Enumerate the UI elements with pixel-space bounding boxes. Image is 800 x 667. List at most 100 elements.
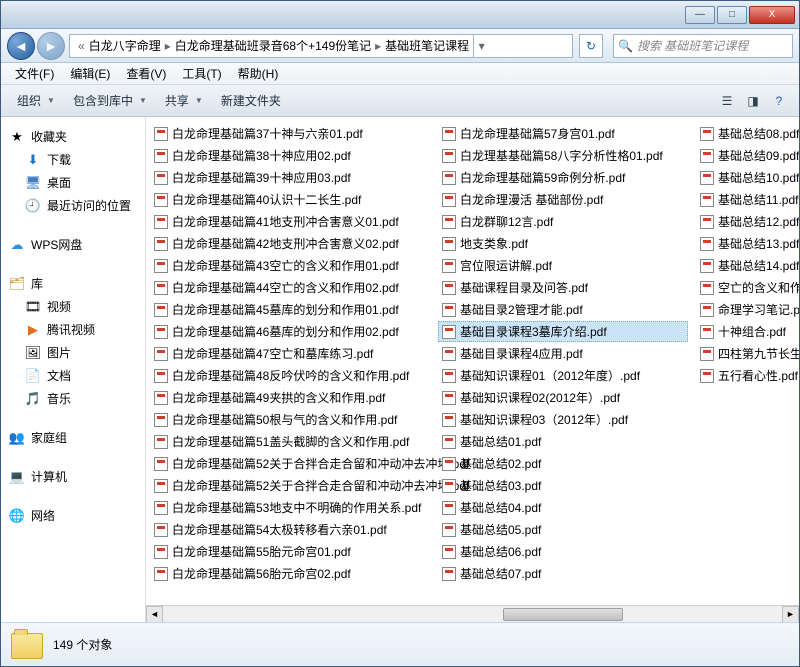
sidebar-computer[interactable]: 💻计算机 — [5, 465, 141, 488]
refresh-button[interactable]: ↻ — [579, 34, 603, 58]
file-item[interactable]: 白龙命理基础篇42地支刑冲合害意义02.pdf — [150, 233, 430, 254]
file-item[interactable]: 十神组合.pdf — [696, 321, 799, 342]
file-item[interactable]: 基础总结07.pdf — [438, 563, 588, 584]
file-item[interactable]: 基础总结02.pdf — [438, 453, 688, 474]
sidebar-downloads[interactable]: ⬇下载 — [5, 148, 141, 171]
file-item[interactable]: 基础总结04.pdf — [438, 497, 588, 518]
file-item[interactable]: 基础总结06.pdf — [438, 541, 588, 562]
sidebar-documents[interactable]: 📄文档 — [5, 364, 141, 387]
file-item[interactable]: 基础知识课程02(2012年）.pdf — [438, 387, 688, 408]
file-item[interactable]: 白龙命理基础篇40认识十二长生.pdf — [150, 189, 430, 210]
file-item[interactable]: 空亡的含义和作用.pdf — [696, 277, 799, 298]
file-item[interactable]: 白龙命理基础篇52关于合拌合走合留和冲动冲去冲坏.pdf — [150, 453, 430, 474]
sidebar-pictures[interactable]: 🖼图片 — [5, 341, 141, 364]
file-item[interactable]: 白龙命理基础篇59命例分析.pdf — [438, 167, 688, 188]
file-item[interactable]: 白龙命理基础篇47空亡和墓库练习.pdf — [150, 343, 430, 364]
breadcrumb-part-3[interactable]: 基础班笔记课程 — [385, 37, 469, 54]
file-item[interactable]: 宫位限运讲解.pdf — [438, 255, 688, 276]
file-item[interactable]: 白龙命理基础篇38十神应用02.pdf — [150, 145, 430, 166]
file-item[interactable]: 五行看心性.pdf — [696, 365, 799, 386]
file-item[interactable]: 基础总结14.pdf — [696, 255, 799, 276]
sidebar-txvideo[interactable]: ▶腾讯视频 — [5, 318, 141, 341]
sidebar-wps[interactable]: ☁WPS网盘 — [5, 233, 141, 256]
scroll-left-button[interactable]: ◄ — [146, 606, 163, 623]
scroll-right-button[interactable]: ► — [782, 606, 799, 623]
sidebar-homegroup[interactable]: 👥家庭组 — [5, 426, 141, 449]
scroll-thumb[interactable] — [503, 608, 623, 621]
file-item[interactable]: 白龙群聊12言.pdf — [438, 211, 688, 232]
forward-button[interactable]: ► — [37, 32, 65, 60]
share-button[interactable]: 共享▼ — [157, 88, 211, 113]
file-item[interactable]: 白龙命理基础篇45墓库的划分和作用01.pdf — [150, 299, 430, 320]
sidebar-videos[interactable]: 🎞视频 — [5, 295, 141, 318]
file-item[interactable]: 四柱第九节长生应用.pdf — [696, 343, 799, 364]
breadcrumb[interactable]: « 白龙八字命理 ▸ 白龙命理基础班录音68个+149份笔记 ▸ 基础班笔记课程… — [69, 34, 573, 58]
file-item[interactable]: 白龙理基基础篇58八字分析性格01.pdf — [438, 145, 688, 166]
file-item[interactable]: 基础目录2管理才能.pdf — [438, 299, 688, 320]
file-item[interactable]: 白龙命理基础篇54太极转移看六亲01.pdf — [150, 519, 430, 540]
menu-help[interactable]: 帮助(H) — [230, 63, 287, 84]
pdf-icon — [154, 391, 168, 405]
file-item[interactable]: 白龙命理基础篇53地支中不明确的作用关系.pdf — [150, 497, 430, 518]
file-item[interactable]: 白龙命理基础篇51盖头截脚的含义和作用.pdf — [150, 431, 430, 452]
maximize-button[interactable]: □ — [717, 6, 747, 24]
file-item[interactable]: 基础总结10.pdf — [696, 167, 799, 188]
new-folder-button[interactable]: 新建文件夹 — [213, 88, 289, 113]
file-item[interactable]: 基础课程目录及问答.pdf — [438, 277, 688, 298]
help-button[interactable]: ? — [767, 89, 791, 113]
file-item[interactable]: 白龙命理基础篇43空亡的含义和作用01.pdf — [150, 255, 430, 276]
file-item[interactable]: 基础总结11.pdf — [696, 189, 799, 210]
file-item[interactable]: 命理学习笔记.pdf — [696, 299, 799, 320]
breadcrumb-dropdown[interactable]: ▾ — [473, 35, 489, 57]
file-item[interactable]: 白龙命理基础篇49夹拱的含义和作用.pdf — [150, 387, 430, 408]
preview-pane-button[interactable]: ◨ — [741, 89, 765, 113]
scroll-track[interactable] — [163, 606, 782, 623]
close-button[interactable]: X — [749, 6, 795, 24]
file-item[interactable]: 白龙命理基础篇41地支刑冲合害意义01.pdf — [150, 211, 430, 232]
menu-file[interactable]: 文件(F) — [7, 63, 62, 84]
organize-button[interactable]: 组织▼ — [9, 88, 63, 113]
file-item[interactable]: 基础总结09.pdf — [696, 145, 799, 166]
file-item[interactable]: 基础目录课程4应用.pdf — [438, 343, 688, 364]
menu-edit[interactable]: 编辑(E) — [62, 63, 118, 84]
breadcrumb-part-2[interactable]: 白龙命理基础班录音68个+149份笔记 — [175, 37, 371, 54]
search-input[interactable]: 🔍 搜索 基础班笔记课程 — [613, 34, 793, 58]
sidebar-recent[interactable]: 🕘最近访问的位置 — [5, 194, 141, 217]
file-item[interactable]: 基础总结08.pdf — [696, 123, 799, 144]
include-library-button[interactable]: 包含到库中▼ — [65, 88, 155, 113]
file-item[interactable]: 地支类象.pdf — [438, 233, 688, 254]
sidebar-music[interactable]: 🎵音乐 — [5, 387, 141, 410]
file-item[interactable]: 白龙命理基础篇57身宫01.pdf — [438, 123, 688, 144]
view-options-button[interactable]: ☰ — [715, 89, 739, 113]
file-item[interactable]: 基础总结05.pdf — [438, 519, 588, 540]
file-item[interactable]: 基础总结12.pdf — [696, 211, 799, 232]
file-item[interactable]: 白龙命理基础篇44空亡的含义和作用02.pdf — [150, 277, 430, 298]
file-item[interactable]: 基础总结03.pdf — [438, 475, 688, 496]
back-button[interactable]: ◄ — [7, 32, 35, 60]
file-item[interactable]: 基础知识课程01（2012年度）.pdf — [438, 365, 688, 386]
file-item[interactable]: 白龙命理漫活 基础部份.pdf — [438, 189, 688, 210]
file-item[interactable]: 白龙命理基础篇48反吟伏吟的含义和作用.pdf — [150, 365, 430, 386]
file-item[interactable]: 基础总结13.pdf — [696, 233, 799, 254]
file-item[interactable]: 基础知识课程03（2012年）.pdf — [438, 409, 688, 430]
sidebar-network[interactable]: 🌐网络 — [5, 504, 141, 527]
menu-tools[interactable]: 工具(T) — [174, 63, 229, 84]
content-area[interactable]: 白龙命理基础篇37十神与六亲01.pdf白龙命理基础篇38十神应用02.pdf白… — [146, 117, 799, 622]
menu-view[interactable]: 查看(V) — [118, 63, 174, 84]
breadcrumb-part-1[interactable]: 白龙八字命理 — [89, 37, 161, 54]
file-item[interactable]: 白龙命理基础篇56胎元命宫02.pdf — [150, 563, 400, 584]
sidebar-libraries[interactable]: 🗂库 — [5, 272, 141, 295]
file-item[interactable]: 白龙命理基础篇46墓库的划分和作用02.pdf — [150, 321, 430, 342]
file-item[interactable]: 白龙命理基础篇39十神应用03.pdf — [150, 167, 430, 188]
file-item[interactable]: 基础总结01.pdf — [438, 431, 688, 452]
minimize-button[interactable]: — — [685, 6, 715, 24]
horizontal-scrollbar[interactable]: ◄ ► — [146, 605, 799, 622]
sidebar-desktop[interactable]: 🖥桌面 — [5, 171, 141, 194]
file-item[interactable]: 白龙命理基础篇55胎元命宫01.pdf — [150, 541, 400, 562]
file-name: 五行看心性.pdf — [718, 367, 798, 384]
file-item[interactable]: 基础目录课程3墓库介绍.pdf — [438, 321, 688, 342]
file-item[interactable]: 白龙命理基础篇37十神与六亲01.pdf — [150, 123, 430, 144]
file-item[interactable]: 白龙命理基础篇52关于合拌合走合留和冲动冲去冲坏.pdf — [150, 475, 430, 496]
file-item[interactable]: 白龙命理基础篇50根与气的含义和作用.pdf — [150, 409, 430, 430]
sidebar-favorites[interactable]: ★收藏夹 — [5, 125, 141, 148]
